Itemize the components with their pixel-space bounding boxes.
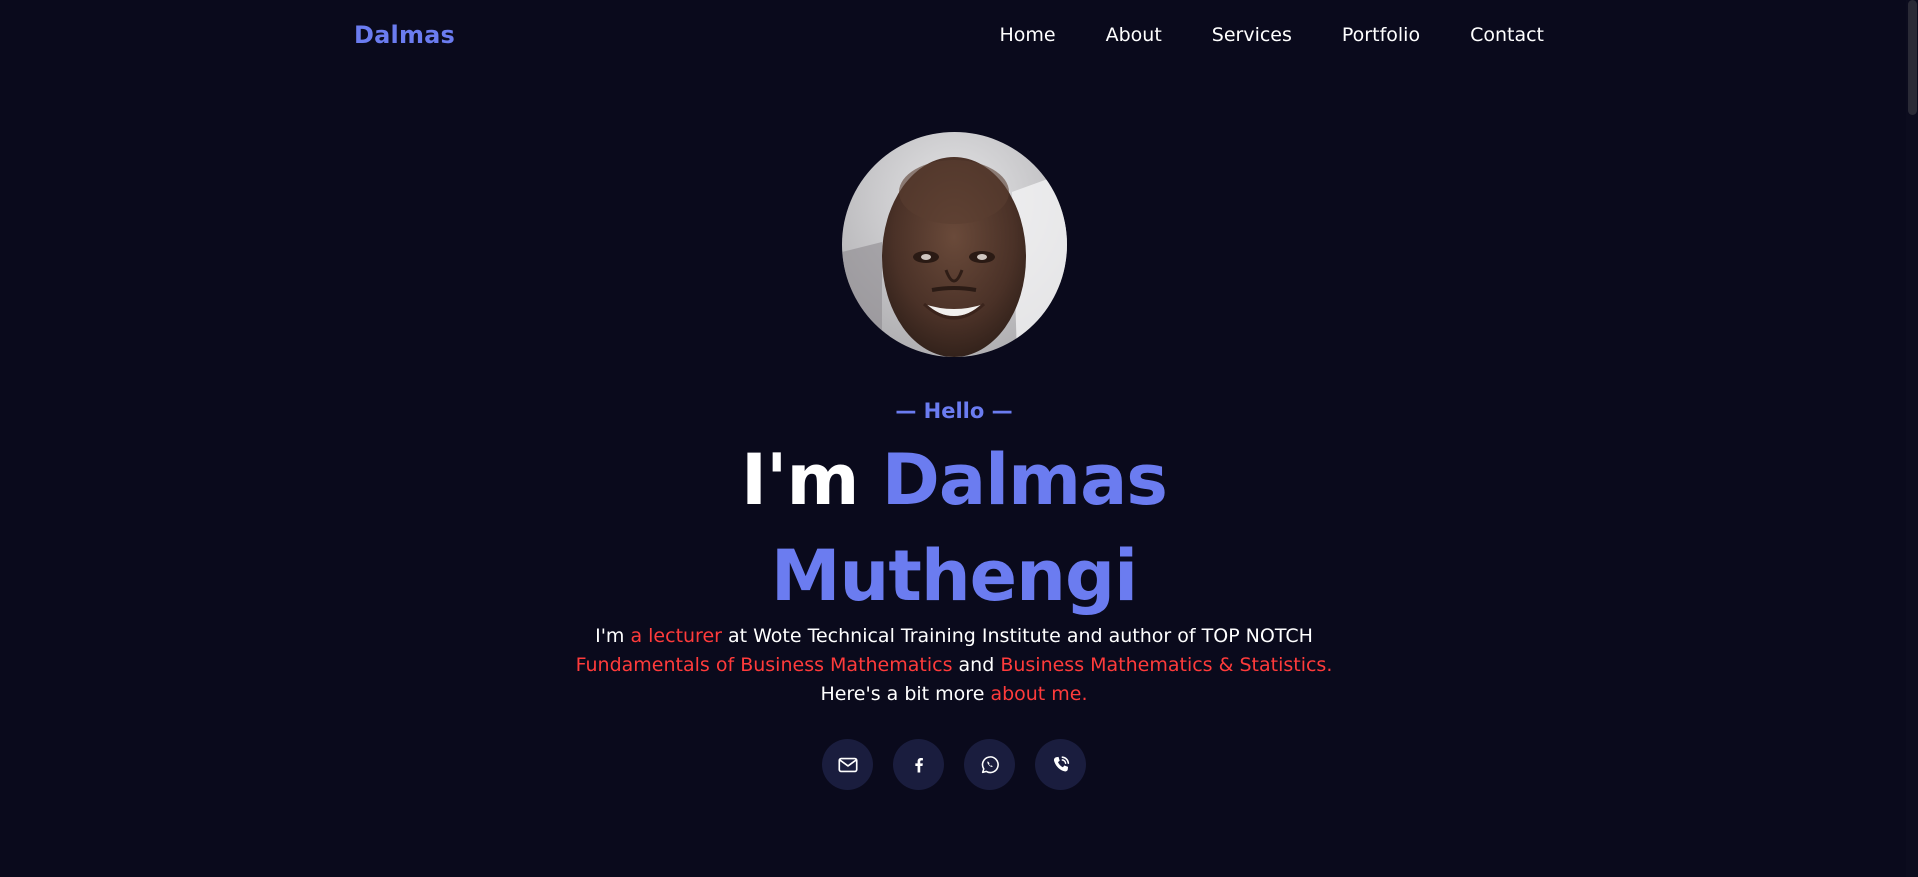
navbar: Dalmas Home About Services Portfolio Con…	[354, 0, 1544, 70]
facebook-button[interactable]	[893, 739, 944, 790]
title-prefix: I'm	[741, 439, 882, 521]
about-me-link[interactable]: about me.	[990, 683, 1087, 705]
title-first-name: Dalmas	[881, 439, 1168, 521]
desc-book2: Business Mathematics & Statistics.	[1000, 654, 1333, 676]
hello-tagline: — Hello —	[895, 399, 1013, 423]
brand-logo[interactable]: Dalmas	[354, 21, 455, 49]
phone-icon	[1050, 754, 1072, 776]
desc-part3: Here's a bit more	[820, 683, 991, 705]
desc-book1: Fundamentals of Business Mathematics	[575, 654, 953, 676]
hero-description: I'm a lecturer at Wote Technical Trainin…	[0, 622, 1908, 709]
whatsapp-button[interactable]	[964, 739, 1015, 790]
nav-item-about[interactable]: About	[1106, 24, 1162, 46]
nav-item-home[interactable]: Home	[999, 24, 1055, 46]
desc-lecturer: a lecturer	[630, 625, 722, 647]
title-last-name: Muthengi	[770, 535, 1138, 617]
social-links	[822, 739, 1086, 790]
mail-icon	[837, 754, 859, 776]
email-button[interactable]	[822, 739, 873, 790]
phone-button[interactable]	[1035, 739, 1086, 790]
facebook-icon	[909, 755, 929, 775]
scrollbar-thumb[interactable]	[1908, 0, 1917, 115]
nav-item-portfolio[interactable]: Portfolio	[1342, 24, 1420, 46]
desc-and: and	[952, 654, 1001, 676]
whatsapp-icon	[979, 754, 1001, 776]
profile-photo	[842, 132, 1067, 357]
nav-item-services[interactable]: Services	[1212, 24, 1292, 46]
nav-item-contact[interactable]: Contact	[1470, 24, 1544, 46]
page: Dalmas Home About Services Portfolio Con…	[0, 0, 1918, 877]
hero-title: I'm Dalmas Muthengi	[0, 432, 1908, 624]
desc-part2: at Wote Technical Training Institute and…	[721, 625, 1313, 647]
desc-part1: I'm	[595, 625, 631, 647]
nav-menu: Home About Services Portfolio Contact	[999, 24, 1544, 46]
